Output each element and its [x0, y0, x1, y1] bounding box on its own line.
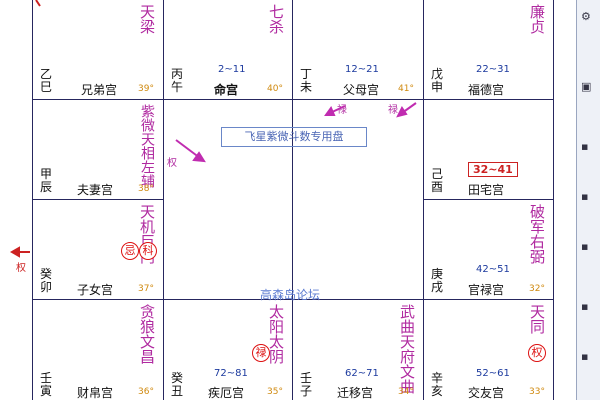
gear-icon[interactable]: ⚙	[581, 10, 595, 23]
arrow-line	[35, 0, 41, 7]
bullet-icon[interactable]: ▪	[581, 350, 595, 363]
bullet-icon[interactable]: ▪	[581, 140, 595, 153]
ziwei-chart: 天梁 乙巳 兄弟宫 39° 七杀 丙午 2~11 命宫 40° 丁未 12~21…	[0, 0, 600, 400]
side-toolbar: ⚙ ▣ ▪ ▪ ▪ ▪ ▪	[576, 0, 600, 400]
arrow-head	[396, 106, 408, 118]
arrow-head	[324, 105, 336, 116]
bullet-icon[interactable]: ▪	[581, 240, 595, 253]
bullet-icon[interactable]: ▪	[581, 190, 595, 203]
transform-arrows	[9, 0, 417, 258]
bullet-icon[interactable]: ▪	[581, 300, 595, 313]
panel-icon[interactable]: ▣	[581, 80, 595, 93]
arrow-head	[9, 246, 20, 258]
